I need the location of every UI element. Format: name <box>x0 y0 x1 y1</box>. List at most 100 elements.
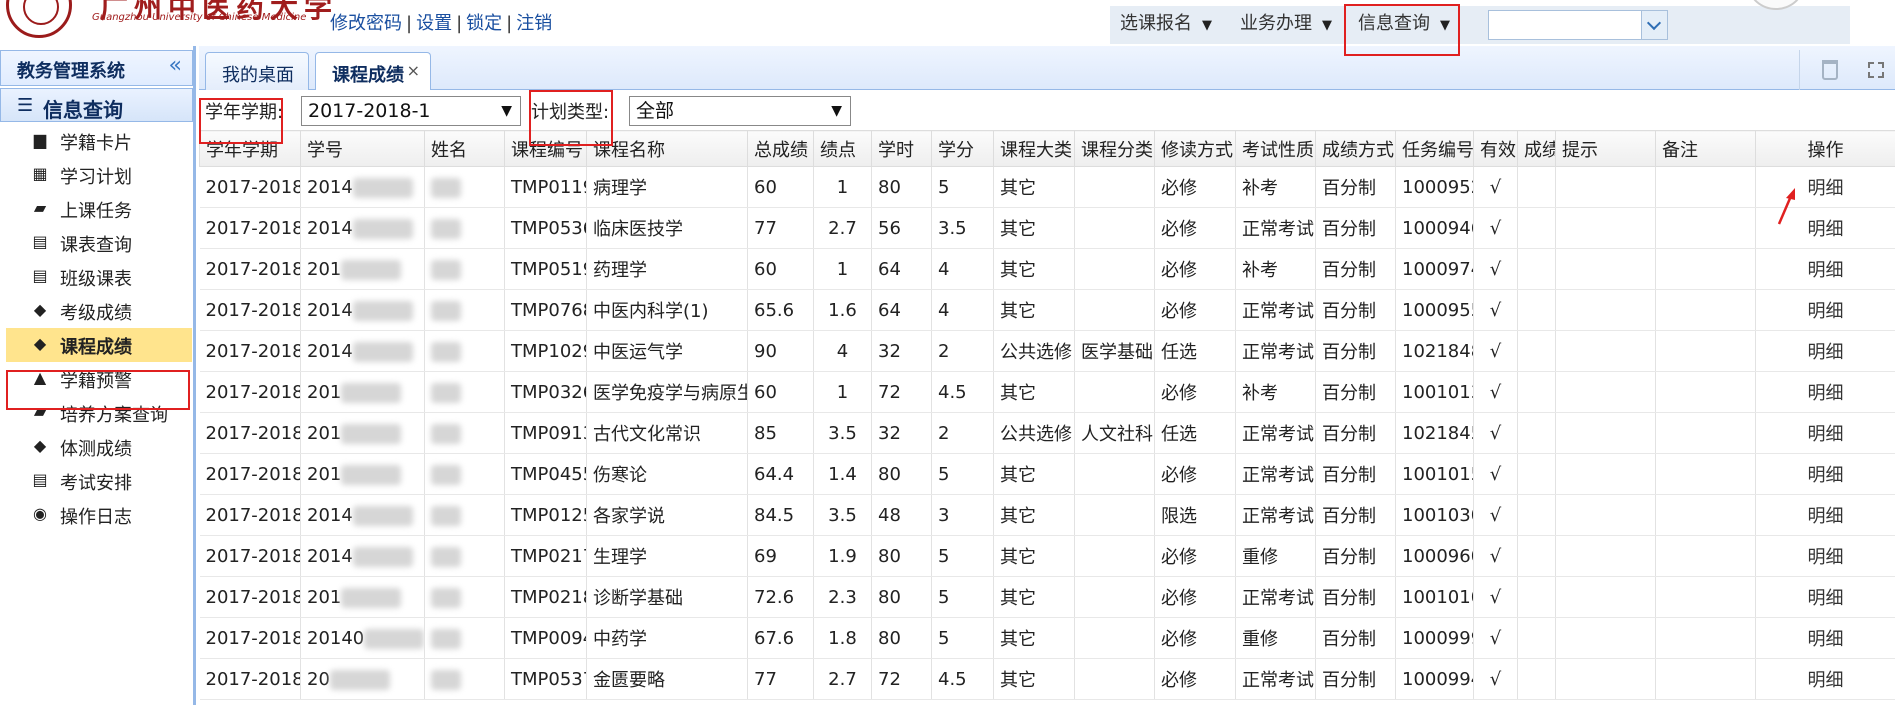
detail-link[interactable]: 明细 <box>1755 371 1895 413</box>
collapse-icon[interactable]: « <box>169 53 182 78</box>
cell-text: 5 <box>938 463 950 485</box>
table-cell <box>1074 453 1155 495</box>
table-row[interactable]: 2017-2018- 201 TMP0455 伤寒论 64.4 1.4 80 5 其它 必修 正常考… <box>199 453 1895 495</box>
table-row[interactable]: 2017-2018- 2014 TMP0217 生理学 69 1.9 80 5 其它 必修 重修 百分… <box>199 535 1895 577</box>
cell-text: 公共选修 <box>1000 424 1072 445</box>
column-header[interactable]: 课程大类 <box>993 130 1075 167</box>
table-row[interactable]: 2017-2018- 2014 TMP0119 病理学 60 1 80 5 其它 必修 补考 百分制 1… <box>199 166 1895 208</box>
table-cell: 84.5 <box>747 494 814 536</box>
cell-text: 明细 <box>1807 629 1844 650</box>
detail-link[interactable]: 明细 <box>1755 658 1895 700</box>
cell-text: 任选 <box>1161 424 1197 445</box>
column-header[interactable]: 姓名 <box>424 130 505 167</box>
table-cell <box>1655 248 1756 290</box>
column-header[interactable]: 修读方式 <box>1154 130 1236 167</box>
cell-text: TMP0217 <box>511 545 587 567</box>
sidebar-item[interactable]: ◉ 操作日志 <box>18 498 193 532</box>
nav-search-combo[interactable] <box>1488 10 1668 40</box>
table-row[interactable]: 2017-2018- 201 TMP0519 药理学 60 1 64 4 其它 必修 补考 百分制 10… <box>199 248 1895 290</box>
column-header[interactable]: 课程编号 <box>504 130 587 167</box>
table-cell: TMP0125 <box>504 494 587 536</box>
sidebar-item[interactable]: ▤ 班级课表 <box>18 260 193 294</box>
cell-text: √ <box>1489 381 1502 403</box>
table-row[interactable]: 2017-2018- 20 TMP0537 金匮要略 77 2.7 72 4.5 其它 必修 正常考… <box>199 658 1895 700</box>
term-select[interactable]: 2017-2018-1 ▼ <box>301 96 521 126</box>
column-header[interactable]: 学年学期 <box>199 130 301 167</box>
logout-link[interactable]: 注销 <box>516 13 552 34</box>
table-cell: 90 <box>747 330 814 372</box>
sidebar-item[interactable]: ◆ 体测成绩 <box>18 430 193 464</box>
table-row[interactable]: 2017-2018- 2014 TMP1029 中医运气学 90 4 32 2 公共选修 医学基础… <box>199 330 1895 372</box>
sidebar-item[interactable]: ◆ 考级成绩 <box>18 294 193 328</box>
detail-link[interactable]: 明细 <box>1755 535 1895 577</box>
annotation-arrow-icon <box>1777 188 1795 225</box>
sidebar-item[interactable]: ▰ 上课任务 <box>18 192 193 226</box>
nav-course-registration[interactable]: 选课报名 ▼ <box>1120 6 1212 44</box>
table-cell: √ <box>1473 494 1518 536</box>
column-header[interactable]: 操作 <box>1755 130 1895 167</box>
table-row[interactable]: 2017-2018- 2014 TMP0536 临床医技学 77 2.7 56 3.5 其它 必修… <box>199 207 1895 249</box>
column-header[interactable]: 成绩 <box>1517 130 1556 167</box>
tab-my-desktop[interactable]: 我的桌面 <box>205 52 309 90</box>
cell-text: 5 <box>938 586 950 608</box>
cell-text: 其它 <box>1000 219 1036 240</box>
detail-link[interactable]: 明细 <box>1755 576 1895 618</box>
cell-text: 72.6 <box>754 586 795 608</box>
sidebar-item[interactable]: ▲ 学籍预警 <box>18 362 193 396</box>
detail-link[interactable]: 明细 <box>1755 617 1895 659</box>
sidebar-item[interactable]: ▆ 学籍卡片 <box>18 124 193 158</box>
table-row[interactable]: 2017-2018- 2014 TMP0125 各家学说 84.5 3.5 48 3 其它 限选 正… <box>199 494 1895 536</box>
tab-course-grades[interactable]: 课程成绩 × <box>315 52 431 91</box>
table-cell <box>1517 453 1556 495</box>
column-header[interactable]: 任务编号 <box>1395 130 1474 167</box>
close-icon[interactable]: × <box>407 61 420 80</box>
detail-link[interactable]: 明细 <box>1755 453 1895 495</box>
column-header[interactable]: 课程名称 <box>586 130 748 167</box>
sidebar-item[interactable]: ▤ 课表查询 <box>18 226 193 260</box>
column-header[interactable]: 备注 <box>1655 130 1756 167</box>
column-header[interactable]: 学号 <box>300 130 425 167</box>
sidebar-item[interactable]: ◆ 课程成绩 <box>6 328 192 362</box>
trash-icon[interactable] <box>1822 60 1838 80</box>
settings-link[interactable]: 设置 <box>416 13 452 34</box>
nav-business[interactable]: 业务办理 ▼ <box>1240 6 1332 44</box>
column-header[interactable]: 总成绩 <box>747 130 814 167</box>
sidebar-item[interactable]: ▤ 考试安排 <box>18 464 193 498</box>
fullscreen-icon[interactable] <box>1868 62 1884 78</box>
table-cell: 1000946 <box>1395 207 1474 249</box>
table-row[interactable]: 2017-2018- 201 TMP0326 医学免疫学与病原生 60 1 72 4.5 其它 必… <box>199 371 1895 413</box>
table-cell: 必修 <box>1154 535 1236 577</box>
sidebar-item[interactable]: ▦ 学习计划 <box>18 158 193 192</box>
column-header[interactable]: 成绩方式 <box>1315 130 1396 167</box>
lock-link[interactable]: 锁定 <box>466 13 502 34</box>
detail-link[interactable]: 明细 <box>1755 412 1895 454</box>
sidebar-item[interactable]: ▰ 培养方案查询 <box>18 396 193 430</box>
nav-info-query[interactable]: 信息查询 ▼ <box>1358 6 1450 44</box>
column-header[interactable]: 课程分类 <box>1074 130 1155 167</box>
column-header[interactable]: 考试性质 <box>1235 130 1316 167</box>
column-header[interactable]: 有效 <box>1473 130 1518 167</box>
table-row[interactable]: 2017-2018- 2014 TMP0768 中医内科学(1) 65.6 1.6 64 4 其… <box>199 289 1895 331</box>
table-cell: 1 <box>813 248 872 290</box>
table-cell: 60 <box>747 248 814 290</box>
change-password-link[interactable]: 修改密码 <box>330 13 402 34</box>
chevron-down-icon[interactable] <box>1641 11 1667 39</box>
detail-link[interactable]: 明细 <box>1755 330 1895 372</box>
table-row[interactable]: 2017-2018- 201 TMP0218 诊断学基础 72.6 2.3 80 5 其它 必修 正… <box>199 576 1895 618</box>
table-row[interactable]: 2017-2018- 20140 TMP0094 中药学 67.6 1.8 80 5 其它 必修 重… <box>199 617 1895 659</box>
cell-text: 病理学 <box>593 178 647 199</box>
cell-text: 80 <box>878 586 901 608</box>
table-row[interactable]: 2017-2018- 201 TMP0913 古代文化常识 85 3.5 32 2 公共选修 人文… <box>199 412 1895 454</box>
detail-link[interactable]: 明细 <box>1755 494 1895 536</box>
detail-link[interactable]: 明细 <box>1755 289 1895 331</box>
detail-link[interactable]: 明细 <box>1755 248 1895 290</box>
column-header[interactable]: 学分 <box>931 130 994 167</box>
header: 广州中医药大学 Guangzhou University of Chinese … <box>0 0 1895 46</box>
column-header[interactable]: 提示 <box>1555 130 1656 167</box>
plan-type-select[interactable]: 全部 ▼ <box>629 96 851 126</box>
table-cell: 百分制 <box>1315 207 1396 249</box>
sidebar-section-info-query[interactable]: ☰ 信息查询 <box>0 88 193 122</box>
column-header[interactable]: 学时 <box>871 130 932 167</box>
column-header[interactable]: 绩点 <box>813 130 872 167</box>
cell-text: 4 <box>938 299 950 321</box>
